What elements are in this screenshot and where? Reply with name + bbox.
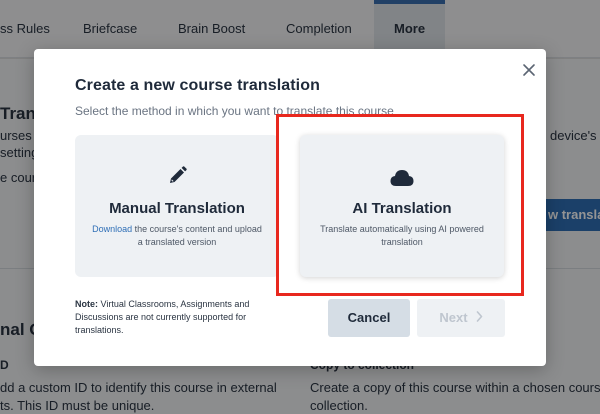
- manual-translation-option[interactable]: Manual Translation Download the course's…: [75, 135, 279, 277]
- close-icon[interactable]: [518, 59, 540, 81]
- chevron-right-icon: [476, 299, 483, 337]
- note-label: Note:: [75, 299, 98, 309]
- manual-translation-desc-text: the course's content and upload a transl…: [132, 224, 262, 247]
- note-text: Virtual Classrooms, Assignments and Disc…: [75, 299, 250, 335]
- translation-modal: Create a new course translation Select t…: [34, 49, 546, 366]
- download-link[interactable]: Download: [92, 224, 132, 234]
- next-button[interactable]: Next: [417, 299, 505, 337]
- pencil-icon: [75, 165, 279, 191]
- manual-translation-description: Download the course's content and upload…: [89, 223, 265, 249]
- cancel-button[interactable]: Cancel: [328, 299, 410, 337]
- translation-note: Note: Virtual Classrooms, Assignments an…: [75, 298, 275, 337]
- highlight-box: [276, 114, 524, 296]
- modal-title: Create a new course translation: [75, 77, 320, 94]
- manual-translation-title: Manual Translation: [109, 200, 245, 217]
- next-button-label: Next: [439, 310, 468, 325]
